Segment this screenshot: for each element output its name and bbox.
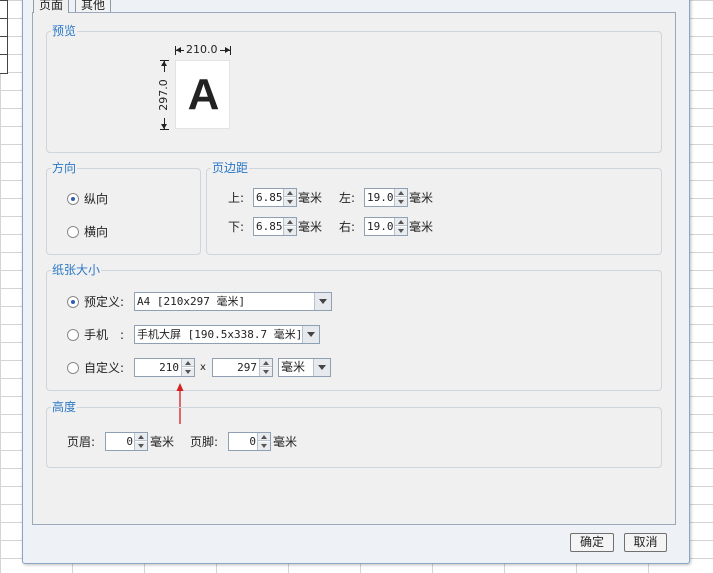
predefined-radio[interactable] [67,296,79,308]
phone-label: 手机 [84,328,109,342]
preview-group-title: 预览 [51,24,78,38]
margin-left-unit: 毫米 [409,191,434,205]
cancel-button[interactable]: 取消 [624,533,667,552]
header-height-unit: 毫米 [150,435,175,449]
custom-radio[interactable] [67,362,79,374]
sheet-cell [0,54,8,74]
spin-up-button[interactable] [284,189,296,197]
spin-down-button[interactable] [284,198,296,206]
phone-paper-select[interactable]: 手机大屏 [190.5x338.7 毫米] [134,325,320,344]
page-preview: A [175,60,230,129]
spin-up-button[interactable] [258,433,270,441]
custom-width-input[interactable]: 210 [134,358,195,377]
spin-up-button[interactable] [260,359,272,367]
spin-down-button[interactable] [182,368,194,376]
landscape-label: 横向 [84,225,109,239]
phone-colon: : [120,328,125,342]
margin-bottom-input[interactable]: 6.85 [253,217,297,236]
footer-height-unit: 毫米 [273,435,298,449]
ok-button[interactable]: 确定 [570,533,614,552]
custom-label: 自定义: [84,361,125,375]
chevron-down-icon[interactable] [314,293,331,310]
spin-up-button[interactable] [395,218,407,226]
sheet-cell [0,36,8,55]
header-height-label: 页眉: [67,435,96,449]
orientation-group-title: 方向 [51,161,78,175]
width-dimension-label: 210.0 [184,43,220,57]
preview-letter: A [187,70,220,119]
paper-size-group-title: 纸张大小 [51,263,102,277]
spin-up-button[interactable] [395,189,407,197]
height-group-title: 高度 [51,400,78,414]
margin-left-input[interactable]: 19.05 [364,188,408,207]
footer-height-label: 页脚: [190,435,219,449]
spin-down-button[interactable] [395,227,407,235]
spin-up-button[interactable] [135,433,147,441]
margin-top-label: 上: [228,191,245,205]
custom-height-input[interactable]: 297 [212,358,273,377]
sheet-cell [0,18,8,37]
chevron-down-icon[interactable] [302,326,319,343]
height-dimension: 297.0 [157,60,171,130]
spin-up-button[interactable] [284,218,296,226]
portrait-label: 纵向 [84,192,109,206]
margin-bottom-label: 下: [228,220,245,234]
margin-right-input[interactable]: 19.05 [364,217,408,236]
margin-right-label: 右: [339,220,356,234]
spin-down-button[interactable] [395,198,407,206]
spin-down-button[interactable] [258,442,270,450]
margin-right-unit: 毫米 [409,220,434,234]
margin-bottom-unit: 毫米 [298,220,323,234]
landscape-radio[interactable] [67,226,79,238]
header-height-input[interactable]: 0 [105,432,148,451]
height-dimension-label: 297.0 [157,72,170,118]
predefined-label: 预定义: [84,295,125,309]
width-dimension: 210.0 [175,43,231,57]
sheet-cell [0,0,8,19]
margins-group: 页边距 [206,161,662,255]
margin-top-unit: 毫米 [298,191,323,205]
margin-top-input[interactable]: 6.85 [253,188,297,207]
preview-group: 预览 [46,24,662,153]
orientation-group: 方向 [46,161,201,255]
custom-unit-select[interactable]: 毫米 [278,358,331,377]
spin-down-button[interactable] [135,442,147,450]
predefined-paper-select[interactable]: A4 [210x297 毫米] [134,292,332,311]
chevron-down-icon[interactable] [313,359,330,376]
portrait-radio[interactable] [67,193,79,205]
phone-radio[interactable] [67,329,79,341]
spin-down-button[interactable] [284,227,296,235]
tab-page[interactable]: 页面 [33,0,70,13]
times-sign: x [200,362,206,373]
spin-down-button[interactable] [260,368,272,376]
margin-left-label: 左: [339,191,356,205]
spin-up-button[interactable] [182,359,194,367]
footer-height-input[interactable]: 0 [228,432,271,451]
margins-group-title: 页边距 [211,161,250,175]
